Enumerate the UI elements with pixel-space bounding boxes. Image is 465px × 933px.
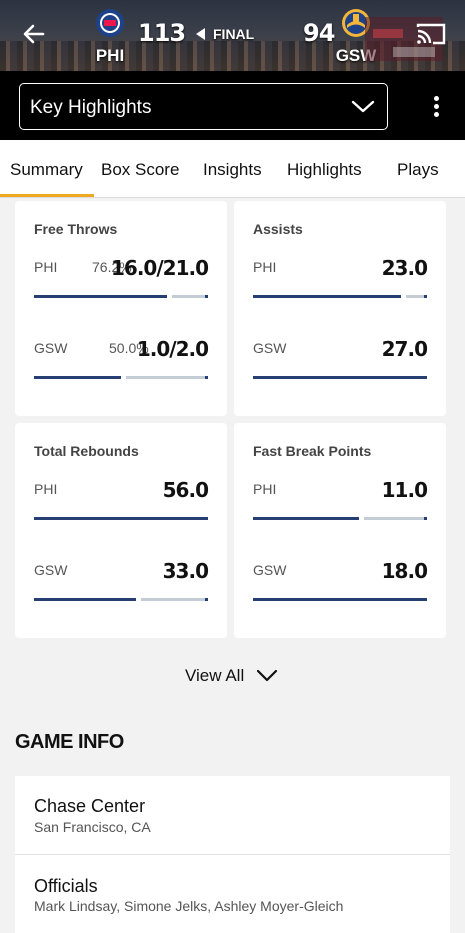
bar-fill	[253, 295, 401, 298]
officials-label: Officials	[34, 876, 98, 896]
bar-remainder	[364, 517, 427, 520]
view-all-label: View All	[185, 666, 245, 685]
more-options-icon[interactable]	[428, 96, 444, 122]
cast-icon[interactable]	[416, 22, 446, 46]
stat-bar	[253, 376, 427, 379]
stat-bar	[253, 295, 427, 298]
home-team-abbr: PHI	[95, 46, 125, 65]
bar-fill	[253, 517, 359, 520]
game-status-text: FINAL	[213, 26, 255, 42]
bar-end-marker	[205, 376, 208, 379]
tab-plays[interactable]: Plays	[397, 160, 439, 180]
back-arrow-icon[interactable]	[22, 22, 46, 46]
team-label: PHI	[34, 481, 58, 497]
tab-box-score[interactable]: Box Score	[101, 160, 179, 180]
stat-bar	[253, 598, 427, 601]
stat-card-assists: Assists PHI 23.0 GSW 27.0	[234, 201, 446, 416]
active-tab-indicator	[0, 194, 94, 197]
chevron-down-icon	[257, 669, 278, 682]
bar-remainder	[141, 598, 208, 601]
stat-card-title: Fast Break Points	[253, 443, 372, 459]
bar-fill	[34, 295, 167, 298]
home-team[interactable]: PHI	[80, 8, 140, 66]
team-label: GSW	[253, 562, 287, 578]
stat-card-title: Total Rebounds	[34, 443, 139, 459]
game-status: FINAL	[196, 26, 254, 42]
stat-value: 1.0/2.0	[136, 337, 209, 361]
game-info-card: Chase Center San Francisco, CA Officials…	[15, 776, 450, 933]
stat-bar	[34, 517, 208, 520]
game-header: PHI 113 FINAL 94 GSW	[0, 0, 465, 71]
tab-bar: Summary Box Score Insights Highlights Pl…	[0, 140, 465, 198]
stat-value: 16.0/21.0	[111, 256, 209, 280]
stat-value: 56.0	[162, 478, 209, 502]
stat-card-fast-break-points: Fast Break Points PHI 11.0 GSW 18.0	[234, 423, 446, 638]
game-info-heading: GAME INFO	[15, 731, 124, 753]
team-label: PHI	[253, 259, 277, 275]
bar-fill	[34, 598, 136, 601]
team-label: GSW	[34, 340, 68, 356]
bar-fill	[34, 517, 208, 520]
team-label: PHI	[34, 259, 58, 275]
divider	[15, 854, 450, 855]
bar-remainder	[172, 295, 208, 298]
stat-value: 27.0	[381, 337, 428, 361]
chevron-down-icon	[351, 100, 375, 113]
stat-card-title: Free Throws	[34, 221, 118, 237]
stat-bar	[253, 517, 427, 520]
stat-card-total-rebounds: Total Rebounds PHI 56.0 GSW 33.0	[15, 423, 227, 638]
bar-end-marker	[424, 517, 427, 520]
venue-location: San Francisco, CA	[34, 819, 151, 835]
venue-name: Chase Center	[34, 796, 146, 816]
highlights-dropdown[interactable]: Key Highlights	[19, 83, 388, 130]
stat-value: 23.0	[381, 256, 428, 280]
stat-bar	[34, 598, 208, 601]
tab-summary[interactable]: Summary	[10, 160, 83, 180]
tab-insights[interactable]: Insights	[203, 160, 262, 180]
tab-highlights[interactable]: Highlights	[287, 160, 362, 180]
bar-end-marker	[424, 295, 427, 298]
stat-bar	[34, 295, 208, 298]
stat-bar	[34, 376, 208, 379]
stat-card-title: Assists	[253, 221, 303, 237]
stat-value: 33.0	[162, 559, 209, 583]
team-label: PHI	[253, 481, 277, 497]
bar-fill	[253, 376, 427, 379]
bar-fill	[253, 598, 427, 601]
bar-fill	[34, 376, 121, 379]
play-triangle-icon	[196, 28, 205, 40]
bar-end-marker	[205, 295, 208, 298]
bar-end-marker	[205, 598, 208, 601]
home-score: 113	[138, 19, 186, 47]
view-all-button[interactable]: View All	[185, 666, 278, 686]
sixers-logo-icon	[96, 9, 124, 37]
stat-value: 18.0	[381, 559, 428, 583]
stat-card-free-throws: Free Throws PHI 76.2% 16.0/21.0 GSW 50.0…	[15, 201, 227, 416]
team-label: GSW	[253, 340, 287, 356]
dropdown-label: Key Highlights	[30, 97, 152, 118]
officials-names: Mark Lindsay, Simone Jelks, Ashley Moyer…	[34, 898, 344, 914]
team-label: GSW	[34, 562, 68, 578]
view-selector-bar: Key Highlights	[0, 71, 465, 140]
bar-remainder	[126, 376, 208, 379]
stat-value: 11.0	[381, 478, 428, 502]
